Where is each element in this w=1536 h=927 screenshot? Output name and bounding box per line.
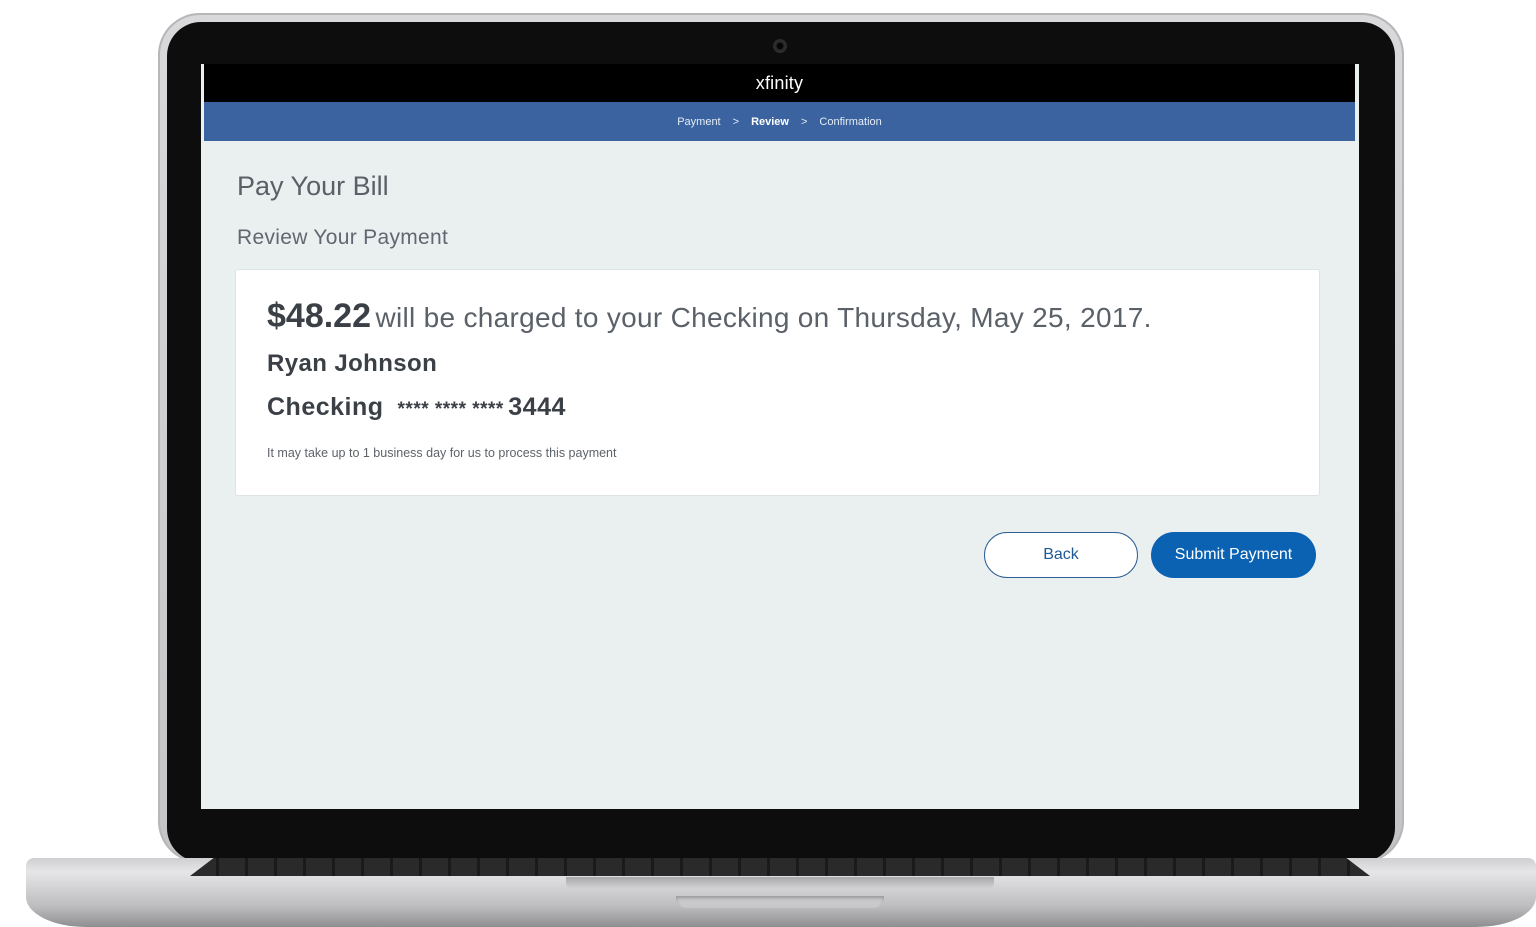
account-mask: **** **** **** — [397, 399, 504, 420]
step-separator-icon: > — [800, 115, 808, 128]
account-type: Checking — [267, 393, 384, 421]
payment-account: Checking **** **** **** 3444 — [267, 393, 566, 422]
progress-steps: Payment > Review > Confirmation — [204, 102, 1355, 141]
step-separator-icon: > — [732, 115, 740, 128]
payment-summary: $48.22 will be charged to your Checking … — [267, 297, 1152, 336]
step-payment: Payment — [677, 115, 721, 128]
payer-name: Ryan Johnson — [267, 350, 438, 377]
payment-summary-text: will be charged to your Checking on Thur… — [375, 302, 1152, 333]
back-button[interactable]: Back — [984, 532, 1138, 578]
laptop-keyboard — [190, 858, 1370, 876]
payment-review-card: $48.22 will be charged to your Checking … — [235, 269, 1320, 496]
top-header: xfinity — [204, 64, 1355, 102]
processing-note: It may take up to 1 business day for us … — [267, 446, 617, 460]
laptop-hinge-notch — [566, 877, 994, 889]
page-title: Pay Your Bill — [237, 171, 389, 201]
step-review: Review — [751, 115, 789, 128]
screen: xfinity Payment > Review > Confirmation … — [204, 64, 1355, 809]
submit-payment-button[interactable]: Submit Payment — [1151, 532, 1316, 578]
page-subtitle: Review Your Payment — [237, 226, 449, 249]
account-last4: 3444 — [508, 393, 566, 421]
xfinity-logo[interactable]: xfinity — [756, 73, 803, 94]
laptop-base-lip — [676, 896, 884, 908]
webcam-icon — [773, 39, 787, 53]
payment-amount: $48.22 — [267, 297, 371, 335]
step-confirmation: Confirmation — [819, 115, 882, 128]
